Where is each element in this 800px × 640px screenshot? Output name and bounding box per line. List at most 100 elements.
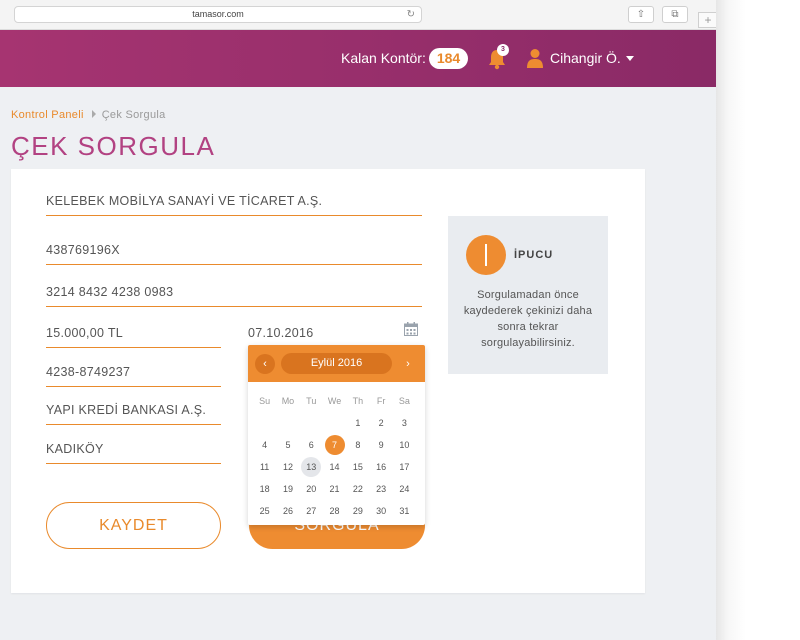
day-cell[interactable]: 22	[346, 478, 369, 500]
day-cell[interactable]: 30	[369, 500, 392, 522]
day-cell[interactable]: 23	[369, 478, 392, 500]
tax-number-field[interactable]: 438769196X	[46, 243, 422, 265]
day-cell[interactable]: 1	[346, 412, 369, 434]
address-bar[interactable]: tamasor.com ↻	[14, 6, 422, 23]
day-cell[interactable]: 26	[276, 500, 299, 522]
day-cell[interactable]: 18	[253, 478, 276, 500]
breadcrumb-separator-icon	[91, 110, 96, 118]
day-number: 26	[282, 506, 293, 516]
day-cell[interactable]: 3	[393, 412, 416, 434]
day-cell[interactable]: 13	[300, 456, 323, 478]
new-tab-icon[interactable]: +	[698, 12, 718, 28]
tip-text: Sorgulamadan önce kaydederek çekinizi da…	[463, 289, 593, 349]
day-cell[interactable]: 27	[300, 500, 323, 522]
page-title: ÇEK SORGULA	[11, 131, 216, 161]
day-number: 27	[306, 506, 317, 516]
empty-day-cell	[276, 412, 299, 434]
day-number: 4	[262, 440, 268, 450]
day-cell[interactable]: 8	[346, 434, 369, 456]
notification-count: 3	[497, 44, 509, 56]
chevron-right-icon[interactable]: ›	[398, 354, 418, 374]
weekday-label: Su	[259, 396, 271, 406]
day-cell[interactable]: 21	[323, 478, 346, 500]
day-cell[interactable]: 12	[276, 456, 299, 478]
datepicker: ‹ Eylül 2016 › Su Mo Tu We Th Fr Sa 1 2 3 4 5 6 7 8 9 10…	[248, 345, 425, 525]
day-cell[interactable]: 28	[323, 500, 346, 522]
day-number: 17	[399, 462, 410, 472]
day-number: 7	[324, 435, 345, 455]
day-cell[interactable]: 24	[393, 478, 416, 500]
tabs-icon[interactable]: ⧉	[662, 6, 688, 23]
day-number: 10	[399, 440, 410, 450]
chevron-left-icon[interactable]: ‹	[255, 354, 275, 374]
reload-icon[interactable]: ↻	[407, 7, 415, 22]
week-row: 25 26 27 28 29 30 31	[253, 500, 420, 522]
day-cell[interactable]: 19	[276, 478, 299, 500]
day-number: 13	[301, 457, 322, 477]
datepicker-grid: Su Mo Tu We Th Fr Sa 1 2 3 4 5 6 7 8 9 10 11 12 13 14 15 16 17 1…	[253, 390, 420, 522]
user-menu[interactable]: Cihangir Ö.	[550, 50, 621, 66]
week-row: 18 19 20 21 22 23 24	[253, 478, 420, 500]
day-cell[interactable]: 15	[346, 456, 369, 478]
day-cell[interactable]: 14	[323, 456, 346, 478]
chevron-down-icon[interactable]	[626, 56, 634, 61]
credit-badge: 184	[429, 48, 468, 69]
day-cell[interactable]: 25	[253, 500, 276, 522]
weekday-row: Su Mo Tu We Th Fr Sa	[253, 390, 420, 412]
top-navigation: Kalan Kontör: 184 3 Cihangir Ö.	[0, 30, 716, 87]
breadcrumb-current: Çek Sorgula	[101, 109, 166, 121]
day-number: 25	[259, 506, 270, 516]
cheque-number-field[interactable]: 3214 8432 4238 0983	[46, 285, 422, 307]
account-number-field[interactable]: 4238-8749237	[46, 365, 221, 387]
day-cell[interactable]: 10	[393, 434, 416, 456]
day-cell[interactable]: 5	[276, 434, 299, 456]
day-cell[interactable]: 20	[300, 478, 323, 500]
day-number: 29	[352, 506, 363, 516]
day-number: 30	[376, 506, 387, 516]
breadcrumb: Kontrol Paneli Çek Sorgula	[11, 109, 166, 121]
day-cell[interactable]: 7	[323, 434, 346, 456]
day-cell[interactable]: 11	[253, 456, 276, 478]
day-cell[interactable]: 2	[369, 412, 392, 434]
day-number: 11	[259, 462, 270, 472]
datepicker-month[interactable]: Eylül 2016	[281, 353, 392, 374]
weekday-label: Sa	[398, 396, 410, 406]
day-cell[interactable]: 9	[369, 434, 392, 456]
day-number: 2	[378, 418, 384, 428]
day-number: 3	[401, 418, 407, 428]
weekday-label: Tu	[306, 396, 317, 406]
calendar-icon[interactable]	[404, 322, 418, 336]
empty-day-cell	[323, 412, 346, 434]
day-number: 1	[355, 418, 361, 428]
url-text: tamasor.com	[192, 9, 244, 19]
day-cell[interactable]: 16	[369, 456, 392, 478]
company-field[interactable]: KELEBEK MOBİLYA SANAYİ VE TİCARET A.Ş.	[46, 194, 422, 216]
share-icon[interactable]: ⇧	[628, 6, 654, 23]
weekday-label: We	[327, 396, 342, 406]
day-number: 14	[329, 462, 340, 472]
day-number: 16	[376, 462, 387, 472]
week-row: 1 2 3	[253, 412, 420, 434]
browser-toolbar: tamasor.com ↻ ⇧ ⧉	[0, 0, 716, 30]
day-number: 8	[355, 440, 361, 450]
user-icon[interactable]	[527, 48, 543, 68]
day-cell[interactable]: 4	[253, 434, 276, 456]
day-number: 18	[259, 484, 270, 494]
day-number: 28	[329, 506, 340, 516]
day-number: 21	[329, 484, 340, 494]
day-number: 6	[308, 440, 314, 450]
day-number: 24	[399, 484, 410, 494]
bank-field[interactable]: YAPI KREDİ BANKASI A.Ş.	[46, 403, 221, 425]
breadcrumb-home-link[interactable]: Kontrol Paneli	[11, 109, 84, 121]
day-cell[interactable]: 29	[346, 500, 369, 522]
day-cell[interactable]: 6	[300, 434, 323, 456]
day-cell[interactable]: 17	[393, 456, 416, 478]
info-icon	[466, 235, 506, 275]
branch-field[interactable]: KADIKÖY	[46, 442, 221, 464]
save-button[interactable]: KAYDET	[46, 502, 221, 549]
weekday-label: Th	[352, 396, 364, 406]
amount-field[interactable]: 15.000,00 TL	[46, 326, 221, 348]
datepicker-header: ‹ Eylül 2016 ›	[248, 345, 425, 382]
day-cell[interactable]: 31	[393, 500, 416, 522]
tip-panel: İPUCU Sorgulamadan önce kaydederek çekin…	[448, 216, 608, 374]
